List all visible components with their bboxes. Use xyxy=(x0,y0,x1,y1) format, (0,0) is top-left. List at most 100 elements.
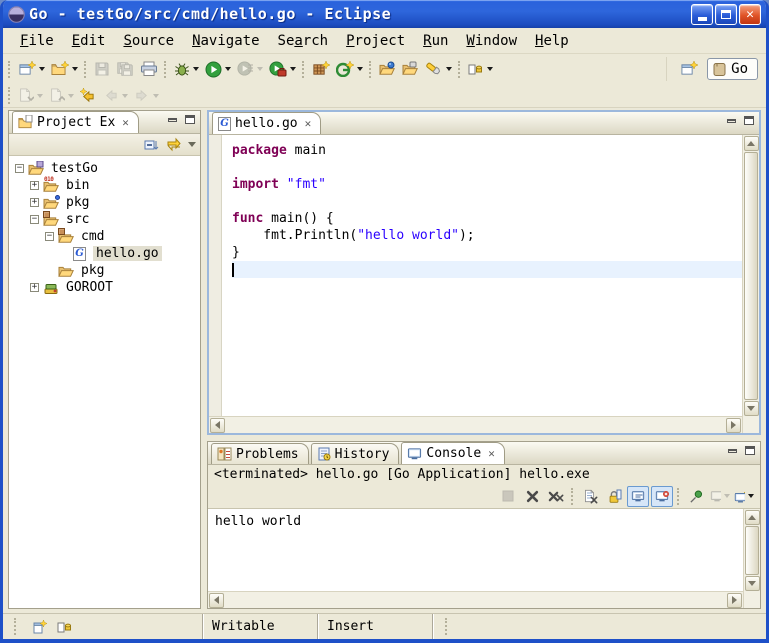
tree-item-pkg-src[interactable]: pkg xyxy=(9,262,200,279)
maximize-view-icon[interactable] xyxy=(185,115,195,124)
back-button[interactable] xyxy=(101,84,130,108)
remove-all-terminated-button[interactable] xyxy=(545,486,567,507)
link-with-editor-button[interactable] xyxy=(166,137,182,152)
toolbar-grip[interactable] xyxy=(445,618,447,635)
toolbar-grip[interactable] xyxy=(84,61,86,78)
expand-expander-icon[interactable]: + xyxy=(30,198,39,207)
tab-history[interactable]: History xyxy=(311,443,400,464)
scroll-right-button[interactable] xyxy=(726,418,741,433)
close-icon[interactable]: ✕ xyxy=(488,447,495,460)
scrollbar-thumb[interactable] xyxy=(744,152,758,400)
menu-run[interactable]: Run xyxy=(414,31,457,51)
collapse-expander-icon[interactable]: − xyxy=(45,232,54,241)
pin-console-button[interactable] xyxy=(685,486,707,507)
editor-vertical-scrollbar[interactable] xyxy=(742,135,759,433)
close-icon[interactable]: ✕ xyxy=(122,116,129,129)
annotation-cycle-button[interactable] xyxy=(57,619,73,635)
last-edit-location-button[interactable] xyxy=(78,84,99,108)
view-menu-button[interactable] xyxy=(188,142,196,147)
tree-item-cmd[interactable]: − cmd xyxy=(9,228,200,245)
external-tools-button[interactable] xyxy=(267,57,298,81)
scroll-up-button[interactable] xyxy=(744,136,759,151)
new-go-project-button[interactable] xyxy=(310,57,332,81)
save-button[interactable] xyxy=(92,57,112,81)
expand-expander-icon[interactable]: + xyxy=(30,283,39,292)
minimize-view-icon[interactable] xyxy=(727,119,736,123)
tab-problems[interactable]: Problems xyxy=(211,443,309,464)
maximize-button[interactable] xyxy=(715,4,737,25)
show-console-on-stderr-button[interactable] xyxy=(651,486,673,507)
scrollbar-thumb[interactable] xyxy=(745,526,759,575)
tab-hello-go[interactable]: G hello.go ✕ xyxy=(212,112,321,134)
tree-item-GOROOT[interactable]: + GOROOT xyxy=(9,279,200,296)
tree-item-pkg[interactable]: + pkg xyxy=(9,194,200,211)
scroll-down-button[interactable] xyxy=(745,576,760,591)
toolbar-grip[interactable] xyxy=(14,618,16,635)
display-selected-console-button[interactable] xyxy=(709,486,731,507)
code-content[interactable]: package main import "fmt" func main() { … xyxy=(222,135,742,416)
menu-window[interactable]: Window xyxy=(457,31,526,51)
annotation-ruler[interactable] xyxy=(209,135,222,416)
menu-help[interactable]: Help xyxy=(526,31,578,51)
expand-expander-icon[interactable]: + xyxy=(30,181,39,190)
editor-horizontal-scrollbar[interactable] xyxy=(209,416,742,433)
open-console-button[interactable] xyxy=(733,486,755,507)
toolbar-grip[interactable] xyxy=(164,61,166,78)
scroll-right-button[interactable] xyxy=(727,593,742,608)
save-all-button[interactable] xyxy=(114,57,136,81)
tab-console[interactable]: Console ✕ xyxy=(401,442,504,464)
print-button[interactable] xyxy=(138,57,160,81)
minimize-view-icon[interactable] xyxy=(168,118,177,122)
debug-button[interactable] xyxy=(172,57,201,81)
new-wizard-button[interactable] xyxy=(16,57,47,81)
open-perspective-button[interactable] xyxy=(678,57,700,81)
open-resource-button[interactable] xyxy=(377,57,398,81)
show-console-on-stdout-button[interactable] xyxy=(627,486,649,507)
menu-project[interactable]: Project xyxy=(337,31,414,51)
scroll-up-button[interactable] xyxy=(745,510,760,525)
scroll-lock-button[interactable] xyxy=(603,486,625,507)
tree-item-testGo[interactable]: − testGo xyxy=(9,160,200,177)
maximize-view-icon[interactable] xyxy=(744,116,754,125)
console-output-area[interactable]: hello world xyxy=(208,509,760,608)
remove-launch-button[interactable] xyxy=(521,486,543,507)
new-menu-button[interactable] xyxy=(49,57,80,81)
toolbar-grip[interactable] xyxy=(302,61,304,78)
toolbar-grip[interactable] xyxy=(8,87,10,104)
menu-search[interactable]: Search xyxy=(269,31,338,51)
code-editor[interactable]: package main import "fmt" func main() { … xyxy=(209,135,742,416)
scroll-down-button[interactable] xyxy=(744,401,759,416)
collapse-expander-icon[interactable]: − xyxy=(30,215,39,224)
toolbar-grip[interactable] xyxy=(8,61,10,78)
toolbar-grip[interactable] xyxy=(677,488,679,505)
search-button[interactable] xyxy=(423,57,454,81)
console-horizontal-scrollbar[interactable] xyxy=(208,591,743,608)
new-go-element-button[interactable] xyxy=(334,57,365,81)
menu-source[interactable]: Source xyxy=(114,31,183,51)
titlebar[interactable]: Go - testGo/src/cmd/hello.go - Eclipse ✕ xyxy=(3,0,766,28)
run-button[interactable] xyxy=(203,57,233,81)
console-output-text[interactable]: hello world xyxy=(208,509,743,591)
collapse-all-button[interactable] xyxy=(144,137,160,152)
perspective-go-button[interactable]: Go xyxy=(707,58,758,80)
previous-annotation-button[interactable] xyxy=(47,84,76,108)
tab-project-explorer[interactable]: Project Ex ✕ xyxy=(12,111,139,133)
console-vertical-scrollbar[interactable] xyxy=(743,509,760,608)
terminate-button[interactable] xyxy=(497,486,519,507)
menu-edit[interactable]: Edit xyxy=(63,31,115,51)
close-button[interactable]: ✕ xyxy=(739,4,761,25)
clear-console-button[interactable] xyxy=(579,486,601,507)
toolbar-grip[interactable] xyxy=(369,61,371,78)
minimize-button[interactable] xyxy=(691,4,713,25)
run-history-button[interactable] xyxy=(235,57,265,81)
toolbar-grip[interactable] xyxy=(571,488,573,505)
tree-item-hello-go[interactable]: G hello.go xyxy=(9,245,200,262)
forward-button[interactable] xyxy=(132,84,161,108)
close-icon[interactable]: ✕ xyxy=(305,117,312,130)
maximize-view-icon[interactable] xyxy=(745,446,755,455)
open-task-button[interactable] xyxy=(400,57,421,81)
minimize-view-icon[interactable] xyxy=(728,449,737,453)
tree-item-src[interactable]: − src xyxy=(9,211,200,228)
scroll-left-button[interactable] xyxy=(209,593,224,608)
next-annotation-button[interactable] xyxy=(16,84,45,108)
